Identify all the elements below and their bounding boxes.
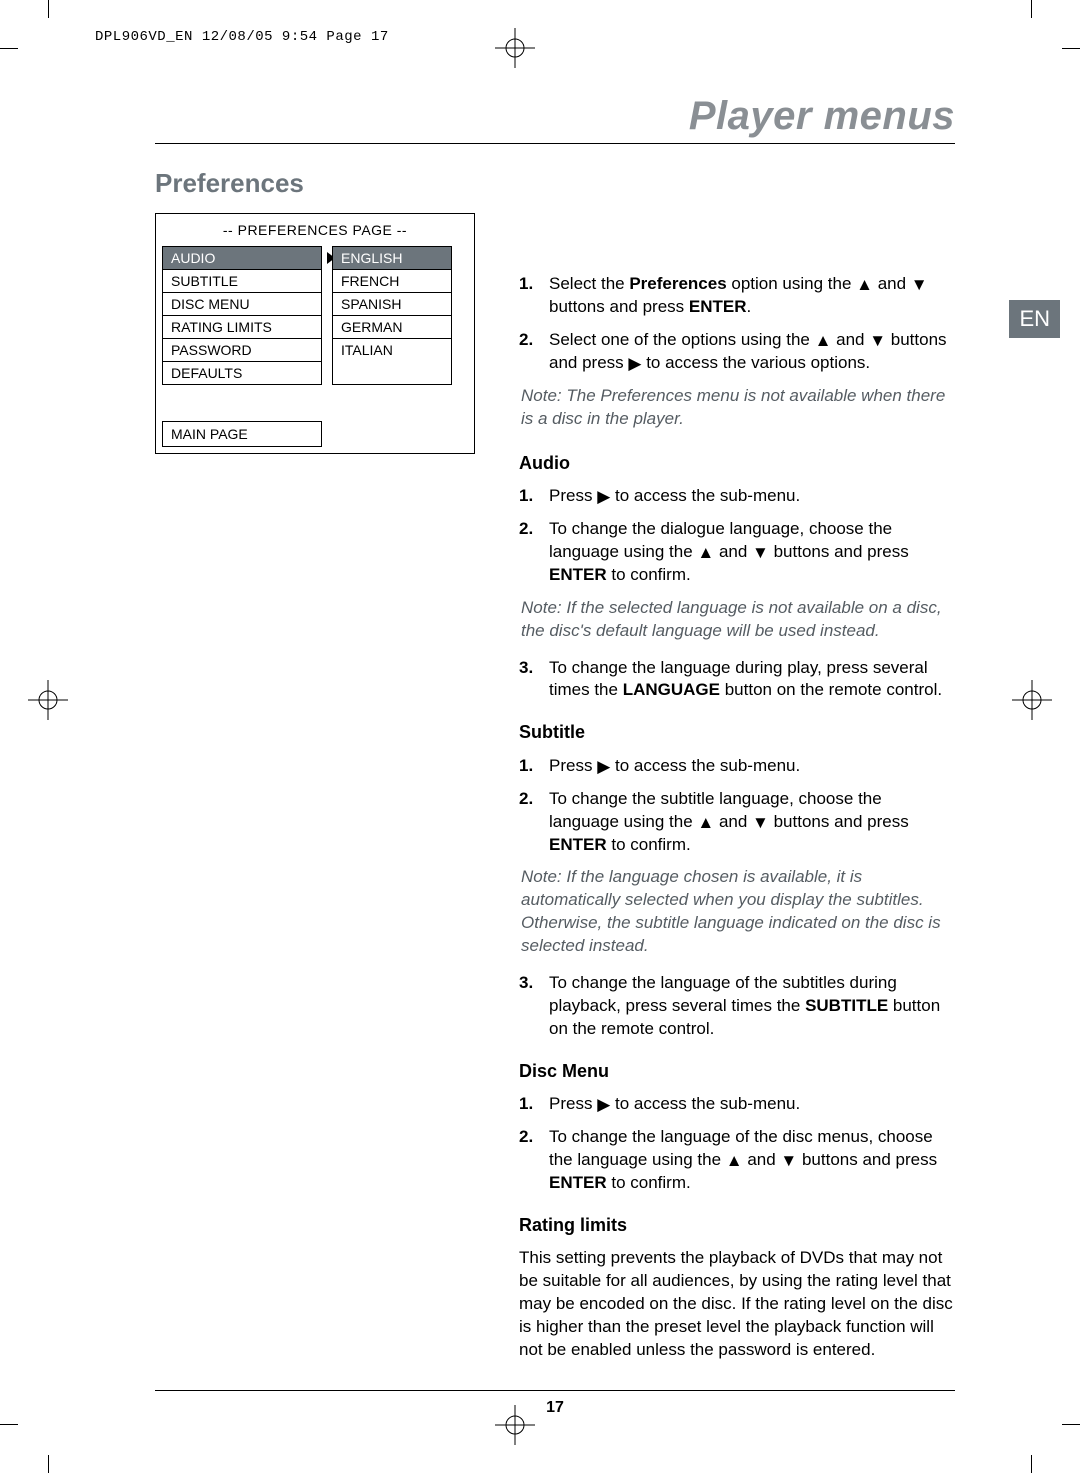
arrow-right-icon <box>597 756 610 779</box>
subtitle-step-3: To change the language of the subtitles … <box>519 972 955 1041</box>
osd-submenu-item: SPANISH <box>333 293 451 316</box>
language-tab: EN <box>1009 300 1060 338</box>
rating-paragraph: This setting prevents the playback of DV… <box>519 1247 955 1362</box>
registration-mark-icon <box>495 28 535 68</box>
osd-submenu: ENGLISH FRENCH SPANISH GERMAN ITALIAN <box>332 246 452 385</box>
arrow-right-icon <box>597 486 610 509</box>
discmenu-step-1: Press to access the sub-menu. <box>519 1093 955 1116</box>
subtitle-heading: Subtitle <box>519 720 955 744</box>
intro-note: Note: The Preferences menu is not availa… <box>519 385 955 431</box>
crop-mark <box>0 48 18 49</box>
chapter-title: Player menus <box>155 94 955 144</box>
crop-mark <box>1062 48 1080 49</box>
arrow-down-icon <box>911 274 928 297</box>
arrow-up-icon <box>856 274 873 297</box>
intro-step-2: Select one of the options using the and … <box>519 329 955 375</box>
crop-mark <box>1062 1424 1080 1425</box>
crop-mark <box>48 0 49 18</box>
page-content: Player menus Preferences -- PREFERENCES … <box>155 94 955 1354</box>
osd-menu-item: DISC MENU <box>163 293 321 316</box>
arrow-up-icon <box>697 542 714 565</box>
osd-main-menu: AUDIO SUBTITLE DISC MENU RATING LIMITS P… <box>162 246 322 385</box>
arrow-down-icon <box>752 542 769 565</box>
subtitle-step-1: Press to access the sub-menu. <box>519 755 955 778</box>
osd-menu-item: PASSWORD <box>163 339 321 362</box>
osd-main-page: MAIN PAGE <box>162 421 322 447</box>
page-number: 17 <box>155 1399 955 1417</box>
audio-step-1: Press to access the sub-menu. <box>519 485 955 508</box>
osd-submenu-item: FRENCH <box>333 270 451 293</box>
osd-submenu-item: ENGLISH <box>333 247 451 270</box>
print-slug: DPL906VD_EN 12/08/05 9:54 Page 17 <box>95 30 389 44</box>
arrow-down-icon <box>869 330 886 353</box>
crop-mark <box>48 1455 49 1473</box>
osd-figure: -- PREFERENCES PAGE -- AUDIO SUBTITLE DI… <box>155 213 475 454</box>
content-column: Select the Preferences option using the … <box>519 213 955 1362</box>
arrow-up-icon <box>697 812 714 835</box>
arrow-up-icon <box>815 330 832 353</box>
subtitle-note: Note: If the language chosen is availabl… <box>519 866 955 958</box>
intro-step-1: Select the Preferences option using the … <box>519 273 955 319</box>
osd-menu-label: AUDIO <box>171 250 215 266</box>
crop-mark <box>0 1424 18 1425</box>
crop-mark <box>1031 0 1032 18</box>
rating-heading: Rating limits <box>519 1213 955 1237</box>
osd-menu-item: DEFAULTS <box>163 362 321 384</box>
arrow-down-icon <box>752 812 769 835</box>
arrow-right-icon <box>628 353 641 376</box>
osd-menu-item: RATING LIMITS <box>163 316 321 339</box>
arrow-right-icon <box>597 1094 610 1117</box>
registration-mark-icon <box>1012 680 1052 720</box>
osd-submenu-item: GERMAN <box>333 316 451 339</box>
osd-title: -- PREFERENCES PAGE -- <box>162 222 468 238</box>
discmenu-heading: Disc Menu <box>519 1059 955 1083</box>
registration-mark-icon <box>28 680 68 720</box>
audio-note: Note: If the selected language is not av… <box>519 597 955 643</box>
discmenu-step-2: To change the language of the disc menus… <box>519 1126 955 1195</box>
crop-mark <box>1031 1455 1032 1473</box>
osd-menu-item: SUBTITLE <box>163 270 321 293</box>
section-title: Preferences <box>155 168 955 199</box>
osd-menu-item: AUDIO <box>163 247 321 270</box>
footer-rule <box>155 1390 955 1391</box>
osd-submenu-item: ITALIAN <box>333 339 451 361</box>
arrow-up-icon <box>726 1150 743 1173</box>
subtitle-step-2: To change the subtitle language, choose … <box>519 788 955 857</box>
audio-step-3: To change the language during play, pres… <box>519 657 955 703</box>
audio-step-2: To change the dialogue language, choose … <box>519 518 955 587</box>
arrow-down-icon <box>780 1150 797 1173</box>
audio-heading: Audio <box>519 451 955 475</box>
